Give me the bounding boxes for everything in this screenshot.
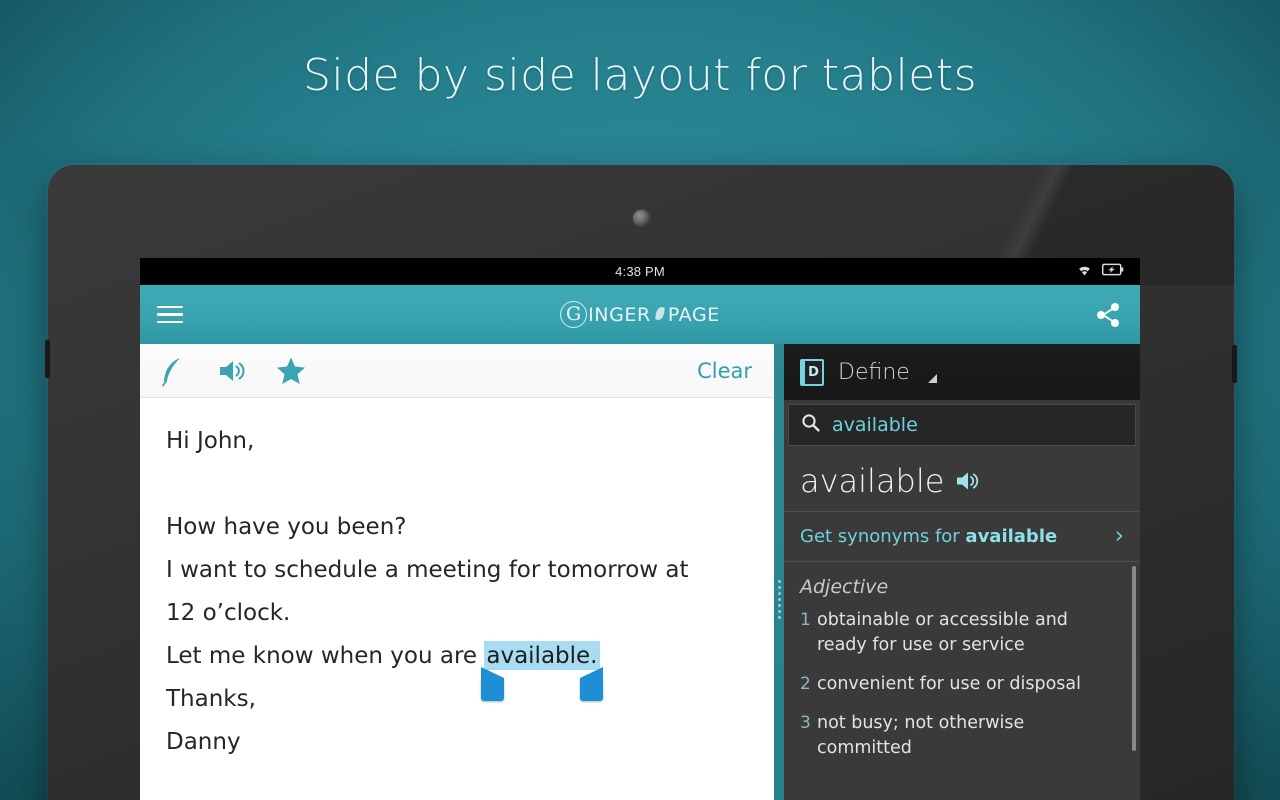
doc-line: Hi John, [166,428,255,454]
dictionary-headword-row: available [784,450,1140,512]
editor-text-area[interactable]: Hi John, How have you been? I want to sc… [140,398,774,764]
doc-line-prefix: Let me know when you are [166,643,485,669]
synonyms-prefix: Get synonyms for [800,526,966,547]
editor-toolbar: Clear [140,344,774,398]
app-brand-logo: G INGER PAGE [140,285,1140,344]
tablet-device: 4:38 PM G INGER PAGE Clear Hi John, How … [45,165,1237,800]
doc-line: I want to schedule a meeting for tomorro… [166,557,689,583]
status-bar: 4:38 PM [140,258,1140,285]
selected-word: available. [484,641,600,670]
doc-blank-line [166,463,748,506]
definition-text: not busy; not otherwise committed [817,713,1025,758]
dictionary-scrollbar[interactable] [1132,566,1136,751]
definition-item: 3 not busy; not otherwise committed [800,711,1118,761]
dictionary-mode-selector[interactable]: D Define [784,344,1140,400]
dictionary-pane: D Define available available Get synonym… [784,344,1140,800]
share-icon[interactable] [1092,299,1124,331]
tablet-screen: 4:38 PM G INGER PAGE Clear Hi John, How … [140,258,1140,800]
leaf-icon [653,306,666,323]
chevron-right-icon: › [1114,523,1124,549]
front-camera-icon [633,210,650,227]
pane-divider-handle[interactable] [774,344,784,800]
search-icon [801,413,820,437]
dictionary-search-value: available [832,414,918,436]
doc-line: Thanks, [166,686,256,712]
doc-line: Danny [166,729,241,755]
battery-charging-icon [1101,263,1124,281]
selection-handle-right[interactable] [579,667,603,701]
text-selection[interactable]: available. [481,635,603,701]
promo-banner: Side by side layout for tablets 4:38 PM [0,0,1280,800]
doc-line: How have you been? [166,514,407,540]
doc-line: 12 o’clock. [166,600,291,626]
drag-grip-icon [777,580,781,619]
status-time: 4:38 PM [615,264,665,279]
synonyms-word: available [965,526,1058,547]
brand-g-circle-icon: G [560,301,588,328]
side-by-side-panes: Clear Hi John, How have you been? I want… [140,344,1140,800]
quill-feather-icon[interactable] [160,344,218,398]
definition-number: 1 [800,610,811,630]
speaker-icon[interactable] [956,470,982,492]
definition-text: convenient for use or disposal [817,674,1082,694]
dictionary-definitions: Adjective 1 obtainable or accessible and… [784,562,1140,800]
brand-text-ginger: INGER [588,303,651,326]
selection-handle-left[interactable] [481,667,505,701]
definition-number: 3 [800,713,811,733]
brand-text-page: PAGE [667,303,720,326]
dropdown-caret-icon[interactable] [927,374,937,383]
wifi-icon [1076,263,1093,281]
hamburger-menu-icon[interactable] [140,285,200,344]
status-icons [1076,258,1124,285]
speaker-icon[interactable] [218,344,276,398]
get-synonyms-label: Get synonyms for available [800,526,1057,547]
app-bar: G INGER PAGE [140,285,1140,344]
promo-headline: Side by side layout for tablets [302,50,978,101]
dictionary-book-icon: D [800,358,824,386]
get-synonyms-button[interactable]: Get synonyms for available › [784,512,1140,562]
device-button-right[interactable] [1232,345,1237,383]
editor-pane: Clear Hi John, How have you been? I want… [140,344,774,800]
star-icon[interactable] [276,344,334,398]
definition-item: 2 convenient for use or disposal [800,672,1118,697]
device-button-left[interactable] [45,340,50,378]
clear-button[interactable]: Clear [697,359,756,383]
dictionary-mode-label: Define [838,359,910,385]
part-of-speech-label: Adjective [800,576,889,598]
definition-number: 2 [800,674,811,694]
definition-text: obtainable or accessible and ready for u… [817,610,1068,655]
doc-line-with-selection: Let me know when you are available. [166,635,748,701]
dictionary-search-input[interactable]: available [788,404,1136,446]
definition-item: 1 obtainable or accessible and ready for… [800,608,1118,658]
dictionary-headword: available [800,461,945,500]
